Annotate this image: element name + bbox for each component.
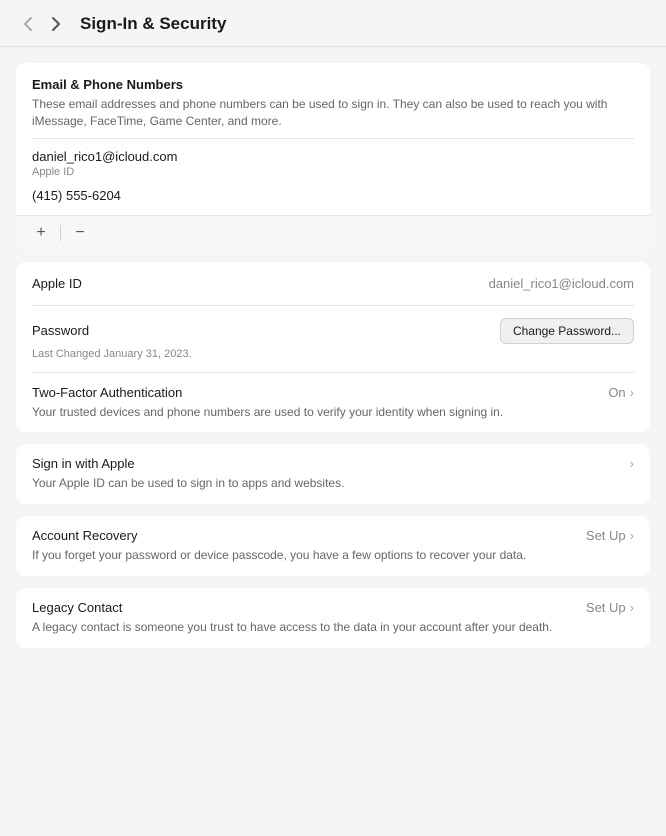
password-top: Password Change Password... (32, 318, 634, 344)
legacy-label: Legacy Contact (32, 600, 122, 615)
tfa-status: On (608, 385, 625, 400)
recovery-desc: If you forget your password or device pa… (32, 547, 634, 564)
apple-id-card: Apple ID daniel_rico1@icloud.com Passwor… (16, 262, 650, 433)
siwa-label: Sign in with Apple (32, 456, 135, 471)
forward-icon (51, 16, 61, 32)
add-button[interactable]: + (30, 222, 52, 244)
btn-divider (60, 225, 61, 241)
recovery-top: Account Recovery Set Up › (32, 528, 634, 543)
email-phone-title: Email & Phone Numbers (32, 77, 634, 92)
email-phone-card: Email & Phone Numbers These email addres… (16, 63, 650, 250)
email-phone-header: Email & Phone Numbers These email addres… (16, 63, 650, 138)
legacy-setup-label: Set Up (586, 600, 626, 615)
recovery-card[interactable]: Account Recovery Set Up › If you forget … (16, 516, 650, 576)
apple-id-value: daniel_rico1@icloud.com (489, 276, 634, 291)
last-changed-text: Last Changed January 31, 2023. (32, 348, 634, 360)
legacy-chevron-icon: › (630, 600, 634, 615)
recovery-section: Account Recovery Set Up › If you forget … (16, 516, 650, 576)
recovery-setup-label: Set Up (586, 528, 626, 543)
forward-button[interactable] (44, 12, 68, 36)
email-phone-desc: These email addresses and phone numbers … (32, 96, 634, 130)
recovery-setup-right: Set Up › (586, 528, 634, 543)
siwa-desc: Your Apple ID can be used to sign in to … (32, 475, 634, 492)
siwa-section: Sign in with Apple › Your Apple ID can b… (16, 444, 650, 504)
phone-value: (415) 555-6204 (32, 188, 634, 203)
tfa-desc: Your trusted devices and phone numbers a… (32, 404, 634, 421)
back-icon (23, 16, 33, 32)
back-button[interactable] (16, 12, 40, 36)
tfa-chevron-icon: › (630, 385, 634, 400)
apple-id-sub-label: Apple ID (32, 166, 634, 178)
legacy-desc: A legacy contact is someone you trust to… (32, 619, 634, 636)
password-label: Password (32, 323, 89, 338)
siwa-top: Sign in with Apple › (32, 456, 634, 471)
apple-id-label: Apple ID (32, 276, 82, 291)
siwa-chevron-icon: › (630, 456, 634, 471)
header: Sign-In & Security (0, 0, 666, 47)
recovery-label: Account Recovery (32, 528, 138, 543)
email-value: daniel_rico1@icloud.com (32, 149, 634, 164)
page-title: Sign-In & Security (80, 14, 226, 34)
tfa-section[interactable]: Two-Factor Authentication On › Your trus… (16, 373, 650, 433)
legacy-top: Legacy Contact Set Up › (32, 600, 634, 615)
main-content: Email & Phone Numbers These email addres… (0, 47, 666, 836)
recovery-chevron-icon: › (630, 528, 634, 543)
apple-id-row: Apple ID daniel_rico1@icloud.com (16, 262, 650, 305)
change-password-button[interactable]: Change Password... (500, 318, 634, 344)
siwa-card[interactable]: Sign in with Apple › Your Apple ID can b… (16, 444, 650, 504)
window: Sign-In & Security Email & Phone Numbers… (0, 0, 666, 836)
tfa-top: Two-Factor Authentication On › (32, 385, 634, 400)
tfa-label: Two-Factor Authentication (32, 385, 182, 400)
legacy-card[interactable]: Legacy Contact Set Up › A legacy contact… (16, 588, 650, 648)
phone-row: (415) 555-6204 (16, 180, 650, 215)
password-section: Password Change Password... Last Changed… (16, 306, 650, 372)
add-remove-row: + − (16, 215, 650, 250)
nav-buttons (16, 12, 68, 36)
tfa-right: On › (608, 385, 634, 400)
legacy-section: Legacy Contact Set Up › A legacy contact… (16, 588, 650, 648)
email-row: daniel_rico1@icloud.com Apple ID (16, 139, 650, 180)
legacy-setup-right: Set Up › (586, 600, 634, 615)
remove-button[interactable]: − (69, 222, 91, 244)
